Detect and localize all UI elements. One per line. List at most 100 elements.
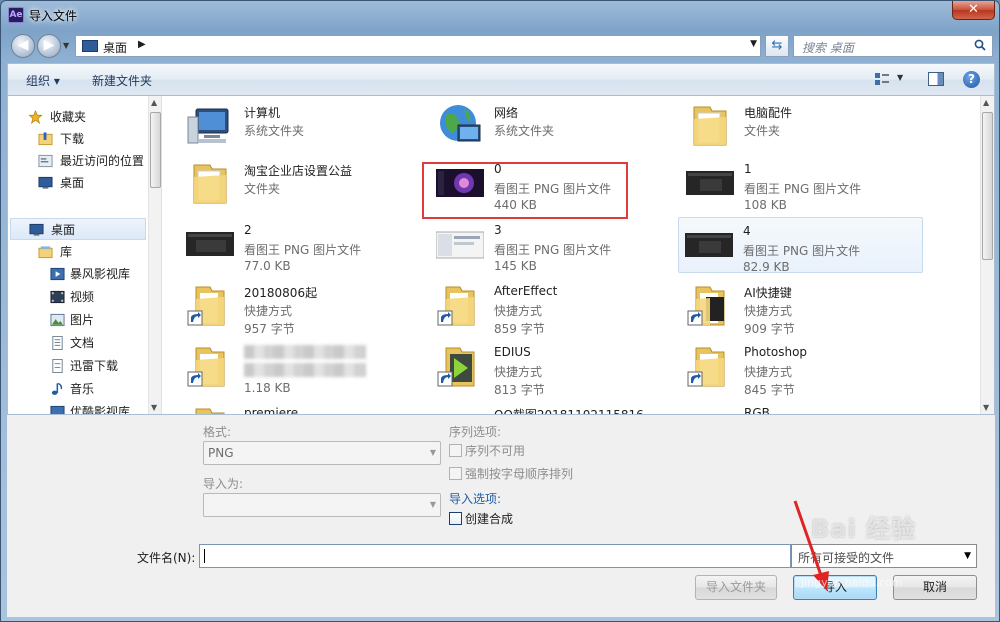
file-list-scrollbar[interactable]: ▲ ▼ <box>980 96 994 414</box>
sidebar-item-label: 最近访问的位置 <box>60 154 145 168</box>
file-item-taobao-folder[interactable]: 淘宝企业店设置公益 文件夹 <box>180 156 426 212</box>
chevron-right-icon[interactable]: ▶ <box>138 39 146 50</box>
sidebar-item-recent-places[interactable]: 最近访问的位置 <box>8 150 148 172</box>
network-icon <box>440 105 481 142</box>
file-name: AfterEffect <box>494 284 558 298</box>
import-as-label: 导入为: <box>203 477 244 491</box>
organize-button[interactable]: 组织 ▾ <box>26 72 60 89</box>
sidebar-item-thunder-downloads[interactable]: 迅雷下载 <box>8 355 148 377</box>
file-type: 快捷方式 <box>744 304 793 318</box>
file-type: 看图王 PNG 图片文件 <box>494 243 612 257</box>
file-type: 快捷方式 <box>244 304 293 318</box>
chevron-down-icon[interactable]: ▼ <box>964 551 971 561</box>
import-as-select[interactable]: ▼ <box>203 493 441 517</box>
chevron-down-icon[interactable]: ▼ <box>430 500 436 509</box>
address-bar[interactable]: 桌面 ▶ ▼ <box>75 35 761 57</box>
create-composition-checkbox[interactable] <box>449 512 462 525</box>
new-folder-button[interactable]: 新建文件夹 <box>92 72 152 89</box>
file-item-rgb[interactable]: RGB <box>680 400 926 414</box>
folder-icon <box>693 106 727 146</box>
file-item-png-1[interactable]: 1 看图王 PNG 图片文件 108 KB <box>680 156 926 212</box>
desktop-icon <box>38 176 53 189</box>
import-folder-button[interactable]: 导入文件夹 <box>695 575 777 600</box>
file-item-png-3[interactable]: 3 看图王 PNG 图片文件 145 KB <box>430 217 676 273</box>
sidebar-item-documents[interactable]: 文档 <box>8 332 148 354</box>
file-item-png-4[interactable]: 4 看图王 PNG 图片文件 82.9 KB <box>678 217 923 274</box>
format-select[interactable]: PNG ▼ <box>203 441 441 465</box>
file-name: premiere <box>244 406 299 414</box>
file-item-shortcut-edius[interactable]: EDIUS 快捷方式 813 字节 <box>430 339 676 397</box>
youku-library-icon <box>50 405 65 414</box>
scroll-up-icon[interactable]: ▲ <box>983 98 989 107</box>
sidebar-item-label: 优酷影视库 <box>70 405 131 414</box>
file-item-network[interactable]: 网络 系统文件夹 <box>430 98 676 154</box>
sidebar-item-label: 暴风影视库 <box>70 267 131 281</box>
baidu-watermark: Bai 经验 <box>811 515 917 543</box>
preview-pane-icon[interactable] <box>928 72 944 86</box>
file-type: 系统文件夹 <box>494 124 555 138</box>
sidebar-item-desktop[interactable]: 桌面 <box>10 218 146 240</box>
sequence-checkbox[interactable] <box>449 444 462 457</box>
search-icon[interactable] <box>974 39 986 51</box>
change-view-icon[interactable] <box>874 72 890 86</box>
forward-button[interactable]: ▶ <box>37 34 61 58</box>
file-item-computer[interactable]: 计算机 系统文件夹 <box>180 98 426 154</box>
sidebar-item-videos[interactable]: 视频 <box>8 286 148 308</box>
sidebar-item-pictures[interactable]: 图片 <box>8 309 148 331</box>
sidebar-item-label: 视频 <box>70 290 95 304</box>
cancel-button[interactable]: 取消 <box>893 575 977 600</box>
file-item-shortcut-blurred[interactable]: 1.18 KB <box>180 339 426 395</box>
folder-icon <box>193 164 227 204</box>
title-bar: Ae 导入文件 ✕ <box>1 1 1000 29</box>
address-location[interactable]: 桌面 <box>103 39 127 56</box>
view-dropdown-icon[interactable]: ▼ <box>897 73 903 82</box>
file-item-shortcut-20180806[interactable]: 20180806起 快捷方式 957 字节 <box>180 278 426 336</box>
navigation-pane-scrollbar[interactable]: ▲ ▼ <box>148 96 161 414</box>
file-type: 文件夹 <box>244 182 281 196</box>
force-alphabetical-checkbox[interactable] <box>449 467 462 480</box>
chevron-down-icon[interactable]: ▼ <box>430 448 436 457</box>
recent-pages-dropdown-icon[interactable]: ▼ <box>63 41 73 51</box>
sidebar-item-youku-library[interactable]: 优酷影视库 <box>8 401 148 414</box>
sidebar-item-downloads[interactable]: 下载 <box>8 128 148 150</box>
file-item-png-2[interactable]: 2 看图王 PNG 图片文件 77.0 KB <box>180 217 426 273</box>
file-item-shortcut-aftereffect[interactable]: AfterEffect 快捷方式 859 字节 <box>430 278 676 336</box>
back-button[interactable]: ◀ <box>11 34 35 58</box>
file-item-pc-parts-folder[interactable]: 电脑配件 文件夹 <box>680 98 926 154</box>
create-composition-label: 创建合成 <box>465 512 514 526</box>
file-item-qq-screenshot[interactable]: QQ截图20181102115816 <box>430 400 676 414</box>
scroll-down-icon[interactable]: ▼ <box>151 403 157 412</box>
sidebar-item-label: 桌面 <box>60 176 85 190</box>
scroll-up-icon[interactable]: ▲ <box>151 98 157 107</box>
sidebar-item-library[interactable]: 库 <box>8 241 148 263</box>
refresh-button[interactable]: ⇆ <box>765 35 789 57</box>
scrollbar-thumb[interactable] <box>150 112 161 188</box>
help-icon[interactable]: ? <box>963 71 980 88</box>
file-name: QQ截图20181102115816 <box>494 406 644 414</box>
scrollbar-thumb[interactable] <box>982 112 993 260</box>
filename-input[interactable] <box>199 544 791 568</box>
file-type-filter-value: 所有可接受的文件 <box>798 551 895 565</box>
command-bar: 组织 ▾ 新建文件夹 ▼ ? <box>7 63 995 95</box>
sidebar-item-baofeng-library[interactable]: 暴风影视库 <box>8 263 148 285</box>
search-input[interactable]: 搜索 桌面 <box>793 35 993 57</box>
file-item-shortcut-photoshop[interactable]: Photoshop 快捷方式 845 字节 <box>680 339 926 397</box>
chevron-down-icon[interactable]: ▼ <box>750 39 757 49</box>
folder-shortcut-icon <box>437 286 475 326</box>
file-type: 文件夹 <box>744 124 781 138</box>
folder-shortcut-icon <box>187 347 225 387</box>
file-type: 看图王 PNG 图片文件 <box>744 182 862 196</box>
scroll-down-icon[interactable]: ▼ <box>983 403 989 412</box>
file-item-shortcut-ai-hotkeys[interactable]: AI快捷键 快捷方式 909 字节 <box>680 278 926 336</box>
file-item-premiere[interactable]: premiere <box>180 400 426 414</box>
sidebar-item-music[interactable]: 音乐 <box>8 378 148 400</box>
search-placeholder: 搜索 桌面 <box>802 41 854 55</box>
file-size: 1.18 KB <box>244 381 291 395</box>
file-type: 快捷方式 <box>494 365 543 379</box>
sidebar-item-desktop-fav[interactable]: 桌面 <box>8 172 148 194</box>
file-name: 电脑配件 <box>744 106 793 120</box>
sidebar-item-label: 音乐 <box>70 382 95 396</box>
file-type-filter-select[interactable]: 所有可接受的文件 ▼ <box>791 544 977 568</box>
sidebar-item-favorites[interactable]: 收藏夹 <box>8 106 148 128</box>
close-button[interactable]: ✕ <box>952 1 995 20</box>
